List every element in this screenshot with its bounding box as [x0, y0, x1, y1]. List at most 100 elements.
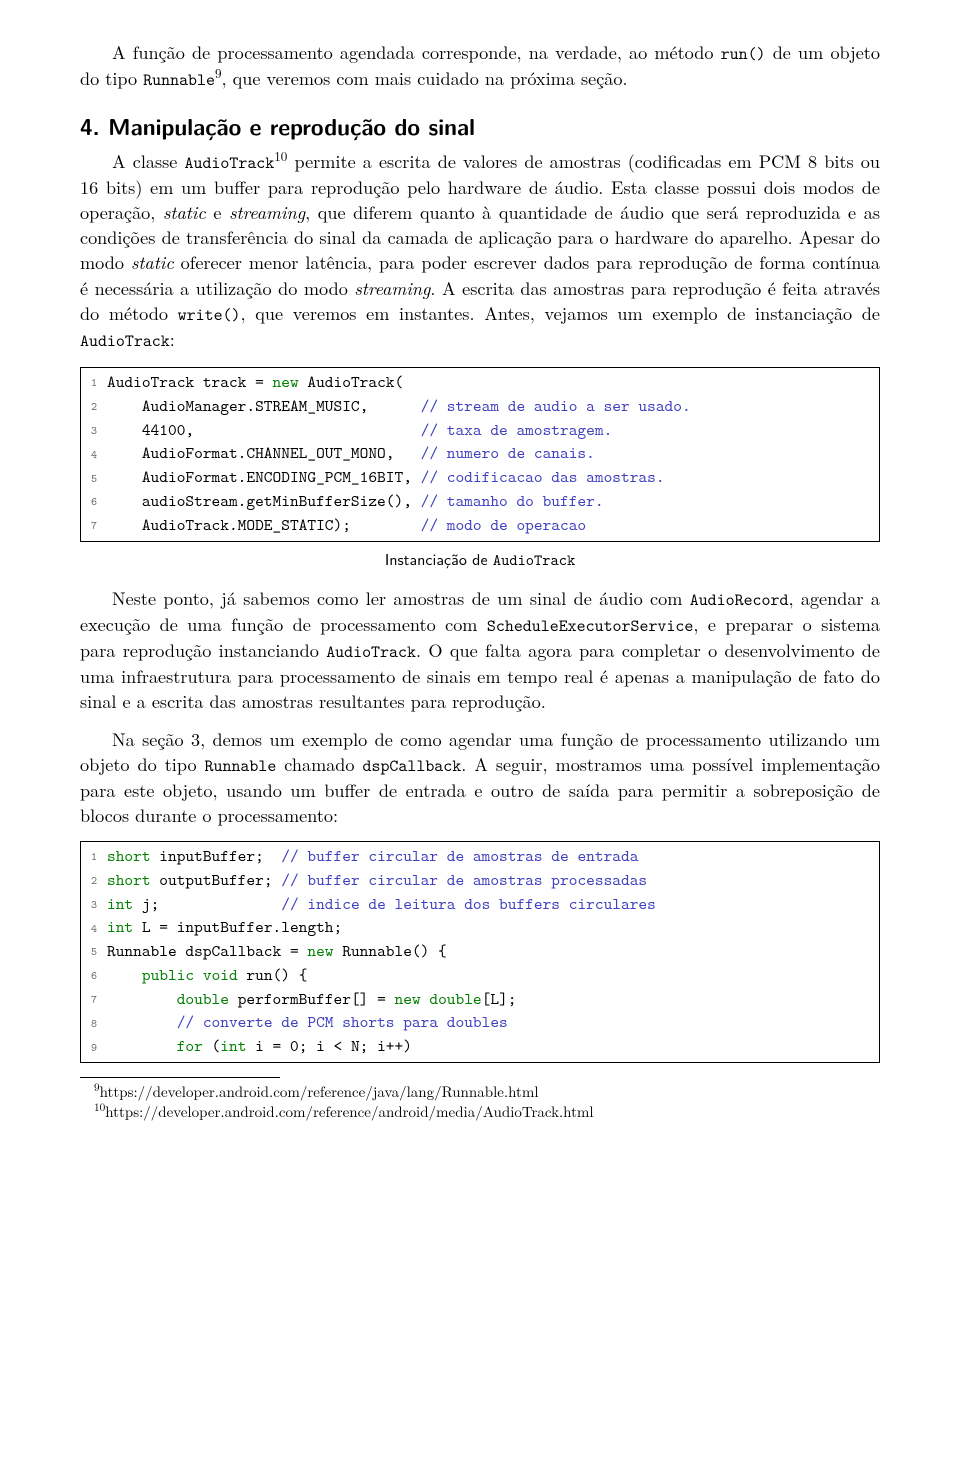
- code-text: Runnable() {: [334, 940, 447, 962]
- line-number: 7: [81, 514, 101, 538]
- line-number-gutter: 1 2 3 4 5 6 7 8 9: [81, 842, 101, 1062]
- code-comment: // taxa de amostragem.: [421, 419, 613, 441]
- paragraph-runnable: Na seção 3, demos um exemplo de como age…: [80, 727, 880, 827]
- code-text: L = inputBuffer.length;: [133, 916, 342, 938]
- code-text: performBuffer[] =: [229, 988, 395, 1010]
- line-number: 8: [81, 1012, 101, 1036]
- code-text: [194, 964, 203, 986]
- text: , que veremos com mais cuidado na próxim…: [222, 65, 628, 91]
- line-number: 1: [81, 845, 101, 869]
- code-body: short inputBuffer; // buffer circular de…: [101, 842, 879, 1062]
- code-text: audioStream.getMinBufferSize(),: [107, 490, 421, 512]
- footnotes: 9https://developer.android.com/reference…: [80, 1082, 880, 1121]
- italic-static: static: [131, 250, 174, 275]
- code-comment: // tamanho do buffer.: [421, 490, 604, 512]
- code-inline-scheduleexecutorservice: ScheduleExecutorService: [487, 615, 693, 637]
- line-number: 9: [81, 1036, 101, 1060]
- code-comment: // numero de canais.: [421, 442, 595, 464]
- page-content: A função de processamento agendada corre…: [0, 0, 960, 1151]
- footnote-marker: 10: [94, 1099, 105, 1115]
- code-listing-2: 1 2 3 4 5 6 7 8 9 short inputBuffer; // …: [80, 841, 880, 1063]
- keyword-new: new: [307, 940, 333, 962]
- code-text: [107, 1035, 177, 1057]
- line-number: 6: [81, 964, 101, 988]
- footnote-rule: [80, 1077, 280, 1078]
- line-number: 5: [81, 467, 101, 491]
- keyword-new: new: [273, 371, 299, 393]
- text: chamado: [276, 751, 362, 777]
- line-number: 4: [81, 443, 101, 467]
- code-text: [107, 1011, 177, 1033]
- line-number: 1: [81, 371, 101, 395]
- footnote-10: 10https://developer.android.com/referenc…: [80, 1102, 880, 1122]
- code-caption-1: Instanciação de AudioTrack: [80, 548, 880, 570]
- code-text: (: [203, 1035, 220, 1057]
- keyword-short: short: [107, 869, 151, 891]
- code-text: [107, 964, 142, 986]
- text: Neste ponto, já sabemos como ler amostra…: [112, 585, 690, 611]
- code-inline-audiotrack: AudioTrack: [493, 549, 575, 570]
- code-text: AudioFormat.ENCODING_PCM_16BIT,: [107, 466, 421, 488]
- line-number: 3: [81, 893, 101, 917]
- code-body: AudioTrack track = new AudioTrack( Audio…: [101, 368, 879, 541]
- code-listing-1: 1 2 3 4 5 6 7 AudioTrack track = new Aud…: [80, 367, 880, 542]
- code-text: Runnable dspCallback =: [107, 940, 307, 962]
- code-text: AudioTrack.MODE_STATIC);: [107, 514, 421, 536]
- keyword-int: int: [107, 916, 133, 938]
- code-inline-audiotrack: AudioTrack: [185, 152, 275, 174]
- line-number: 3: [81, 419, 101, 443]
- code-inline-run: run(): [721, 43, 766, 65]
- code-text: outputBuffer;: [151, 869, 282, 891]
- code-inline-dspcallback: dspCallback: [363, 755, 462, 777]
- code-text: AudioManager.STREAM_MUSIC,: [107, 395, 421, 417]
- footnote-ref-10: 10: [274, 146, 287, 165]
- text: e: [206, 199, 229, 225]
- code-comment: // converte de PCM shorts para doubles: [177, 1011, 508, 1033]
- code-text: AudioFormat.CHANNEL_OUT_MONO,: [107, 442, 421, 464]
- code-comment: // modo de operacao: [421, 514, 587, 536]
- code-comment: // buffer circular de amostras processad…: [281, 869, 647, 891]
- line-number: 2: [81, 395, 101, 419]
- code-inline-write: write(): [178, 304, 241, 326]
- line-number: 5: [81, 940, 101, 964]
- italic-streaming: streaming: [354, 276, 430, 301]
- code-inline-runnable: Runnable: [143, 69, 215, 91]
- keyword-public: public: [142, 964, 194, 986]
- code-inline-audiotrack: AudioTrack: [80, 330, 170, 352]
- code-inline-audiotrack: AudioTrack: [326, 641, 416, 663]
- keyword-new: new: [395, 988, 421, 1010]
- footnote-text: https://developer.android.com/reference/…: [105, 1101, 593, 1122]
- code-text: AudioTrack(: [299, 371, 404, 393]
- code-text: run() {: [238, 964, 308, 986]
- code-text: AudioTrack track =: [107, 371, 273, 393]
- code-inline-audiorecord: AudioRecord: [690, 589, 789, 611]
- code-text: inputBuffer;: [151, 845, 282, 867]
- text: A função de processamento agendada corre…: [112, 39, 721, 65]
- line-number: 7: [81, 988, 101, 1012]
- italic-streaming: streaming: [229, 200, 305, 225]
- keyword-int: int: [220, 1035, 246, 1057]
- code-text: i = 0; i < N; i++): [246, 1035, 412, 1057]
- code-text: j;: [133, 893, 281, 915]
- keyword-void: void: [203, 964, 238, 986]
- code-text: [107, 988, 177, 1010]
- line-number: 2: [81, 869, 101, 893]
- text: :: [170, 326, 175, 352]
- paragraph-intro: A função de processamento agendada corre…: [80, 40, 880, 92]
- code-comment: // stream de audio a ser usado.: [421, 395, 691, 417]
- code-inline-runnable: Runnable: [205, 755, 277, 777]
- text: , que veremos em instantes. Antes, vejam…: [241, 300, 881, 326]
- line-number: 6: [81, 490, 101, 514]
- code-comment: // indice de leitura dos buffers circula…: [281, 893, 656, 915]
- line-number: 4: [81, 917, 101, 941]
- keyword-short: short: [107, 845, 151, 867]
- code-comment: // buffer circular de amostras de entrad…: [281, 845, 638, 867]
- keyword-for: for: [177, 1035, 203, 1057]
- keyword-double: double: [177, 988, 229, 1010]
- caption-text: Instanciação de: [385, 547, 493, 570]
- italic-static: static: [163, 200, 206, 225]
- code-comment: // codificacao das amostras.: [421, 466, 665, 488]
- footnote-9: 9https://developer.android.com/reference…: [80, 1082, 880, 1102]
- keyword-double: double: [429, 988, 481, 1010]
- code-text: 44100,: [107, 419, 421, 441]
